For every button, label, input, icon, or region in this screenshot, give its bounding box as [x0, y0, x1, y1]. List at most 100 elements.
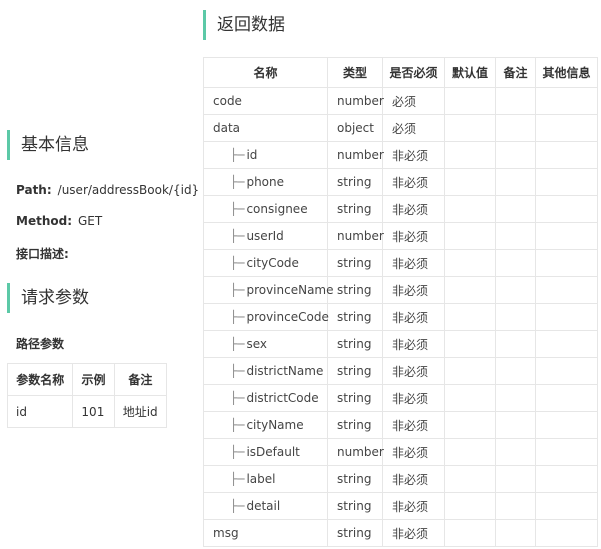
- resp-cell-remark: [495, 222, 536, 250]
- field-name: phone: [246, 175, 285, 189]
- table-row: ├─ consignee string 非必须: [203, 195, 598, 223]
- field-name: cityName: [246, 418, 304, 432]
- resp-cell-default: [444, 114, 496, 142]
- table-row: ├─ phone string 非必须: [203, 168, 598, 196]
- resp-cell-type: string: [327, 411, 383, 439]
- resp-cell-required: 非必须: [382, 222, 445, 250]
- resp-cell-remark: [495, 384, 536, 412]
- resp-cell-name: ├─ sex: [203, 330, 328, 358]
- resp-cell-other: [535, 87, 598, 115]
- resp-cell-type: number: [327, 438, 384, 466]
- param-cell-name: id: [6, 395, 74, 428]
- table-row: ├─ label string 非必须: [203, 465, 598, 493]
- resp-cell-name: ├─ userId: [203, 222, 328, 250]
- resp-cell-default: [444, 141, 496, 169]
- resp-cell-default: [444, 249, 496, 277]
- resp-cell-name: ├─ label: [203, 465, 328, 493]
- request-params-title: 请求参数: [7, 283, 89, 313]
- resp-cell-other: [535, 249, 598, 277]
- resp-cell-type: string: [327, 168, 383, 196]
- resp-cell-type: string: [327, 249, 383, 277]
- resp-cell-required: 非必须: [382, 249, 445, 277]
- resp-cell-other: [535, 168, 598, 196]
- param-cell-example: 101: [72, 395, 115, 428]
- resp-header-required: 是否必须: [382, 57, 445, 88]
- resp-cell-remark: [495, 357, 536, 385]
- resp-cell-required: 非必须: [382, 141, 445, 169]
- resp-cell-other: [535, 195, 598, 223]
- basic-info-title: 基本信息: [7, 130, 89, 160]
- tree-branch-icon: ├─: [230, 445, 245, 459]
- tree-branch-icon: ├─: [230, 256, 245, 270]
- resp-cell-remark: [495, 303, 536, 331]
- resp-cell-remark: [495, 519, 536, 547]
- resp-cell-name: ├─ id: [203, 141, 328, 169]
- field-name: isDefault: [246, 445, 300, 459]
- method-line: Method: GET: [16, 214, 102, 228]
- resp-cell-required: 必须: [382, 87, 445, 115]
- description-label: 接口描述:: [16, 247, 69, 261]
- field-name: label: [246, 472, 276, 486]
- field-name: data: [213, 121, 241, 135]
- resp-cell-default: [444, 330, 496, 358]
- description-line: 接口描述:: [16, 245, 75, 262]
- table-row: ├─ detail string 非必须: [203, 492, 598, 520]
- resp-cell-remark: [495, 87, 536, 115]
- resp-cell-name: msg: [203, 519, 328, 547]
- table-row: code number 必须: [203, 87, 598, 115]
- resp-cell-other: [535, 222, 598, 250]
- field-name: code: [213, 94, 242, 108]
- field-name: sex: [246, 337, 267, 351]
- resp-cell-remark: [495, 114, 536, 142]
- path-params-label: 路径参数: [16, 337, 65, 351]
- resp-cell-other: [535, 357, 598, 385]
- resp-cell-required: 非必须: [382, 438, 445, 466]
- resp-cell-name: code: [203, 87, 328, 115]
- resp-cell-required: 非必须: [382, 384, 445, 412]
- resp-cell-required: 非必须: [382, 330, 445, 358]
- table-row: ├─ districtName string 非必须: [203, 357, 598, 385]
- resp-cell-required: 非必须: [382, 168, 445, 196]
- resp-cell-default: [444, 87, 496, 115]
- field-name: id: [246, 148, 258, 162]
- resp-cell-default: [444, 492, 496, 520]
- path-params-table: 参数名称 示例 备注 id 101 地址id: [6, 363, 168, 428]
- tree-branch-icon: ├─: [230, 310, 245, 324]
- resp-cell-remark: [495, 276, 536, 304]
- field-name: districtCode: [246, 391, 319, 405]
- resp-cell-name: data: [203, 114, 328, 142]
- table-row: ├─ provinceName string 非必须: [203, 276, 598, 304]
- tree-branch-icon: ├─: [230, 283, 245, 297]
- resp-cell-name: ├─ districtName: [203, 357, 328, 385]
- resp-cell-type: string: [327, 330, 383, 358]
- resp-cell-required: 非必须: [382, 519, 445, 547]
- tree-branch-icon: ├─: [230, 391, 245, 405]
- resp-cell-other: [535, 330, 598, 358]
- resp-cell-remark: [495, 249, 536, 277]
- table-row: ├─ provinceCode string 非必须: [203, 303, 598, 331]
- resp-cell-other: [535, 519, 598, 547]
- tree-branch-icon: ├─: [230, 175, 245, 189]
- table-row: ├─ cityCode string 非必须: [203, 249, 598, 277]
- resp-cell-default: [444, 465, 496, 493]
- resp-cell-required: 非必须: [382, 465, 445, 493]
- resp-cell-default: [444, 276, 496, 304]
- tree-branch-icon: ├─: [230, 229, 245, 243]
- resp-cell-required: 非必须: [382, 492, 445, 520]
- resp-cell-remark: [495, 465, 536, 493]
- resp-cell-type: string: [327, 519, 383, 547]
- resp-cell-type: string: [327, 384, 383, 412]
- tree-branch-icon: ├─: [230, 202, 245, 216]
- resp-cell-default: [444, 519, 496, 547]
- resp-header-name: 名称: [203, 57, 328, 88]
- resp-cell-required: 非必须: [382, 276, 445, 304]
- resp-cell-type: object: [327, 114, 383, 142]
- resp-cell-name: ├─ cityCode: [203, 249, 328, 277]
- resp-cell-type: string: [327, 492, 383, 520]
- resp-cell-name: ├─ detail: [203, 492, 328, 520]
- resp-cell-required: 非必须: [382, 357, 445, 385]
- resp-cell-name: ├─ provinceName: [203, 276, 334, 304]
- resp-cell-other: [535, 114, 598, 142]
- table-row: ├─ districtCode string 非必须: [203, 384, 598, 412]
- resp-cell-remark: [495, 141, 536, 169]
